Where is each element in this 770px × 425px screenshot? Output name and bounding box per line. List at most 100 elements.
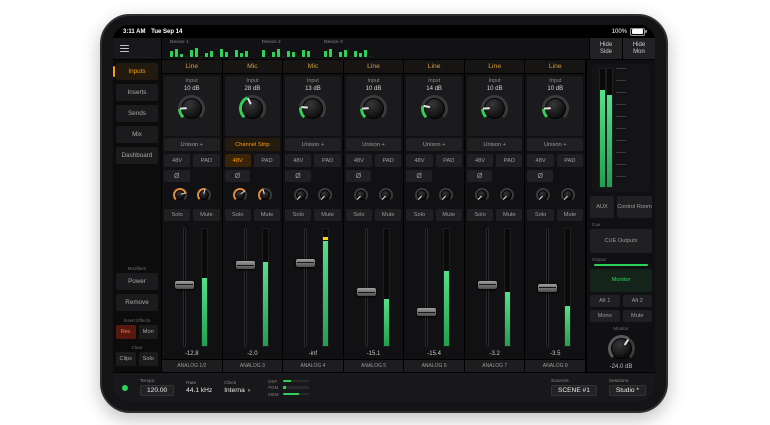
solo-button[interactable]: Solo bbox=[346, 209, 372, 221]
insert-effects-mon-button[interactable]: Mon bbox=[139, 325, 159, 339]
insert-button[interactable]: Unison + bbox=[285, 138, 341, 151]
gain-knob[interactable] bbox=[421, 95, 448, 122]
solo-button[interactable]: Solo bbox=[164, 209, 190, 221]
fader-handle[interactable] bbox=[478, 281, 497, 289]
sidebar-item-inserts[interactable]: Inserts bbox=[116, 84, 158, 101]
phase-button[interactable]: Ø bbox=[285, 170, 311, 182]
fader-handle[interactable] bbox=[296, 259, 315, 267]
send-knob-2[interactable] bbox=[258, 188, 272, 202]
solo-button[interactable]: Solo bbox=[285, 209, 311, 221]
hide-mon-button[interactable]: Hide Mon bbox=[622, 38, 655, 59]
channel-type-label[interactable]: Line bbox=[525, 60, 585, 74]
sessions-value[interactable]: Studio * bbox=[609, 385, 646, 396]
send-knob-1[interactable] bbox=[415, 188, 429, 202]
channel-name[interactable]: ANALOG 7 bbox=[465, 359, 525, 372]
phantom-48v-button[interactable]: 48V bbox=[346, 154, 372, 167]
mute-button[interactable]: Mute bbox=[557, 209, 583, 221]
send-knob-1[interactable] bbox=[173, 188, 187, 202]
fader-handle[interactable] bbox=[236, 261, 255, 269]
phantom-48v-button[interactable]: 48V bbox=[406, 154, 432, 167]
send-knob-2[interactable] bbox=[379, 188, 393, 202]
send-knob-2[interactable] bbox=[561, 188, 575, 202]
gain-knob[interactable] bbox=[481, 95, 508, 122]
channel-name[interactable]: ANALOG 6 bbox=[404, 359, 464, 372]
cue-outputs-button[interactable]: CUE Outputs bbox=[590, 229, 652, 253]
phase-button[interactable]: Ø bbox=[225, 170, 251, 182]
insert-button[interactable]: Unison + bbox=[527, 138, 583, 151]
mute-button[interactable]: Mute bbox=[193, 209, 219, 221]
sidebar-item-mix[interactable]: Mix bbox=[116, 126, 158, 143]
phase-button[interactable]: Ø bbox=[406, 170, 432, 182]
alt2-button[interactable]: Alt 2 bbox=[623, 295, 653, 307]
sidebar-item-dashboard[interactable]: Dashboard bbox=[116, 147, 158, 164]
solo-button[interactable]: Solo bbox=[225, 209, 251, 221]
sources-field[interactable]: Sources SCENE #1 bbox=[551, 379, 597, 396]
insert-button[interactable]: Unison + bbox=[467, 138, 523, 151]
gain-knob[interactable] bbox=[542, 95, 569, 122]
channel-type-label[interactable]: Mic bbox=[283, 60, 343, 74]
channel-type-label[interactable]: Line bbox=[344, 60, 404, 74]
gain-knob[interactable] bbox=[299, 95, 326, 122]
tempo-value[interactable]: 120.00 bbox=[140, 385, 174, 396]
phase-button[interactable]: Ø bbox=[527, 170, 553, 182]
send-knob-2[interactable] bbox=[318, 188, 332, 202]
pad-button[interactable]: PAD bbox=[436, 154, 462, 167]
aux-button[interactable]: AUX bbox=[590, 196, 614, 218]
monitor-knob[interactable] bbox=[608, 335, 635, 362]
gain-knob[interactable] bbox=[178, 95, 205, 122]
device-group[interactable]: Device 2 bbox=[262, 40, 310, 57]
pad-button[interactable]: PAD bbox=[375, 154, 401, 167]
fader-handle[interactable] bbox=[417, 308, 436, 316]
clear-solo-button[interactable]: Solo bbox=[139, 352, 159, 366]
device-group[interactable]: Device 3 bbox=[324, 40, 372, 57]
insert-button[interactable]: Unison + bbox=[164, 138, 220, 151]
phase-button[interactable]: Ø bbox=[346, 170, 372, 182]
phase-button[interactable]: Ø bbox=[164, 170, 190, 182]
sidebar-item-sends[interactable]: Sends bbox=[116, 105, 158, 122]
rate-field[interactable]: Rate 44.1 kHz bbox=[186, 381, 212, 394]
channel-type-label[interactable]: Line bbox=[162, 60, 222, 74]
alt1-button[interactable]: Alt 1 bbox=[590, 295, 620, 307]
channel-name[interactable]: ANALOG 1/2 bbox=[162, 359, 222, 372]
channel-name[interactable]: ANALOG 3 bbox=[223, 359, 283, 372]
send-knob-2[interactable] bbox=[197, 188, 211, 202]
mute-button[interactable]: Mute bbox=[496, 209, 522, 221]
phantom-48v-button[interactable]: 48V bbox=[164, 154, 190, 167]
insert-button[interactable]: Unison + bbox=[406, 138, 462, 151]
send-knob-1[interactable] bbox=[475, 188, 489, 202]
fader-handle[interactable] bbox=[357, 288, 376, 296]
pad-button[interactable]: PAD bbox=[193, 154, 219, 167]
mute-button[interactable]: Mute bbox=[436, 209, 462, 221]
send-knob-1[interactable] bbox=[294, 188, 308, 202]
send-knob-2[interactable] bbox=[439, 188, 453, 202]
remove-button[interactable]: Remove bbox=[116, 294, 158, 311]
gain-knob[interactable] bbox=[360, 95, 387, 122]
sources-value[interactable]: SCENE #1 bbox=[551, 385, 597, 396]
power-button[interactable]: Power bbox=[116, 273, 158, 290]
phantom-48v-button[interactable]: 48V bbox=[225, 154, 251, 167]
hide-side-button[interactable]: Hide Side bbox=[589, 38, 622, 59]
solo-button[interactable]: Solo bbox=[467, 209, 493, 221]
mute-button[interactable]: Mute bbox=[254, 209, 280, 221]
send-knob-1[interactable] bbox=[354, 188, 368, 202]
solo-button[interactable]: Solo bbox=[406, 209, 432, 221]
control-room-button[interactable]: Control Room bbox=[617, 196, 652, 218]
clear-clips-button[interactable]: Clips bbox=[116, 352, 136, 366]
pad-button[interactable]: PAD bbox=[314, 154, 340, 167]
send-knob-1[interactable] bbox=[233, 188, 247, 202]
device-group[interactable]: Device 1 bbox=[170, 40, 248, 57]
send-knob-2[interactable] bbox=[500, 188, 514, 202]
phase-button[interactable]: Ø bbox=[467, 170, 493, 182]
pad-button[interactable]: PAD bbox=[496, 154, 522, 167]
monitor-button[interactable]: Monitor bbox=[590, 269, 652, 293]
sessions-field[interactable]: Sessions Studio * bbox=[609, 379, 646, 396]
tempo-field[interactable]: Tempo 120.00 bbox=[140, 379, 174, 396]
fader-handle[interactable] bbox=[175, 281, 194, 289]
channel-type-label[interactable]: Line bbox=[404, 60, 464, 74]
pad-button[interactable]: PAD bbox=[557, 154, 583, 167]
solo-button[interactable]: Solo bbox=[527, 209, 553, 221]
channel-name[interactable]: ANALOG 8 bbox=[525, 359, 585, 372]
mono-button[interactable]: Mono bbox=[590, 310, 620, 322]
fader-handle[interactable] bbox=[538, 284, 557, 292]
menu-button[interactable] bbox=[113, 38, 162, 59]
